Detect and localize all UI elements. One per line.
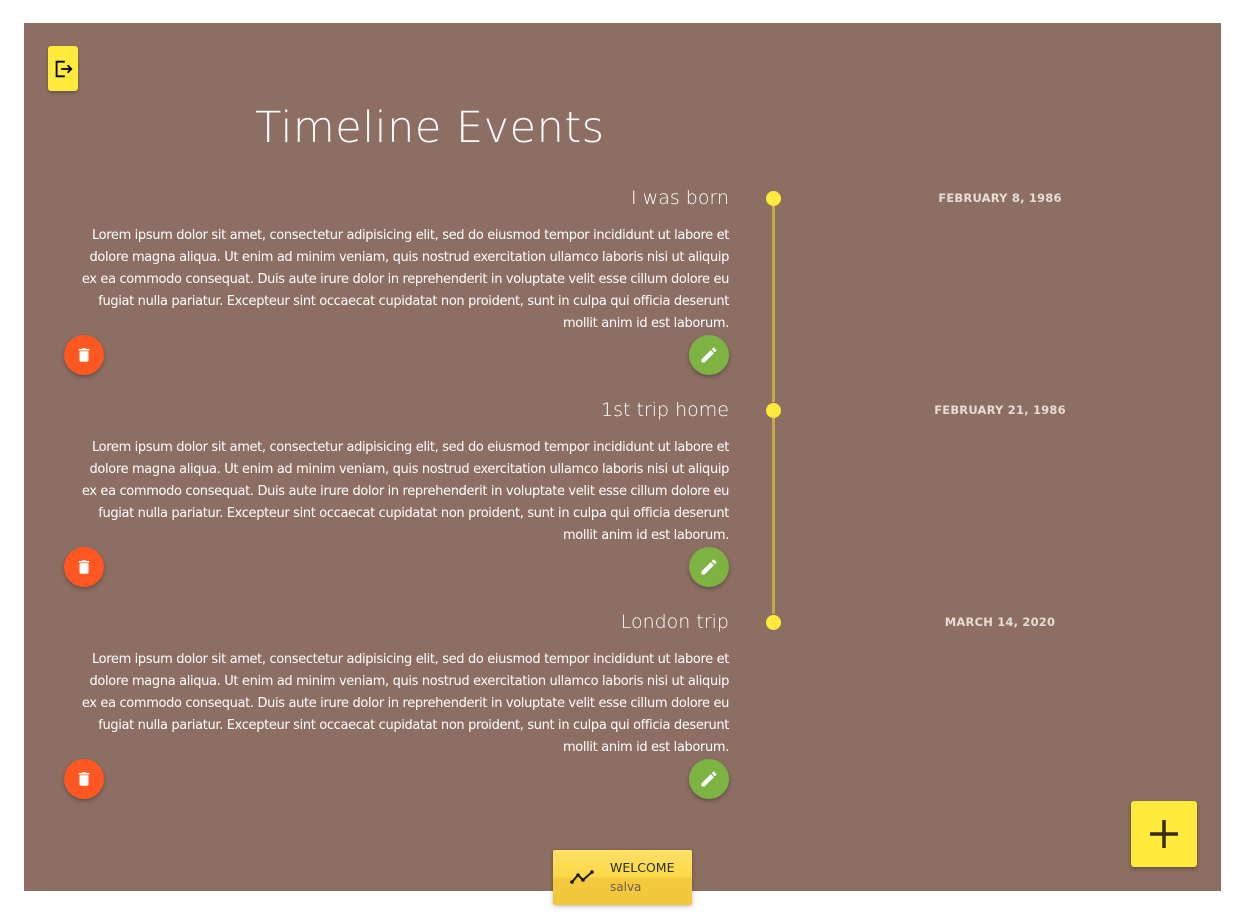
timeline-dot — [766, 403, 781, 418]
event-title: 1st trip home — [601, 399, 729, 421]
edit-event-button[interactable] — [689, 547, 729, 587]
pencil-icon — [699, 345, 719, 365]
timeline-dot — [766, 191, 781, 206]
trash-icon — [75, 770, 93, 788]
delete-event-button[interactable] — [64, 759, 104, 799]
event-date: MARCH 14, 2020 — [944, 615, 1056, 629]
welcome-card[interactable]: WELCOME salva — [553, 850, 692, 905]
plus-icon — [1147, 817, 1181, 851]
event-description: Lorem ipsum dolor sit amet, consectetur … — [81, 652, 729, 755]
logout-button[interactable] — [48, 46, 78, 91]
trash-icon — [75, 346, 93, 364]
trend-line-icon — [570, 869, 594, 887]
delete-event-button[interactable] — [64, 547, 104, 587]
event-title: London trip — [620, 611, 729, 633]
event-description: Lorem ipsum dolor sit amet, consectetur … — [81, 228, 729, 331]
logout-icon — [52, 58, 74, 80]
timeline-connector — [772, 418, 775, 614]
delete-event-button[interactable] — [64, 335, 104, 375]
event-date: FEBRUARY 8, 1986 — [938, 191, 1062, 205]
welcome-label: WELCOME — [610, 860, 675, 875]
timeline-dot — [766, 615, 781, 630]
event-date: FEBRUARY 21, 1986 — [934, 403, 1066, 417]
event-description: Lorem ipsum dolor sit amet, consectetur … — [81, 440, 729, 543]
pencil-icon — [699, 769, 719, 789]
trash-icon — [75, 558, 93, 576]
timeline-connector — [772, 206, 775, 402]
event-title: I was born — [631, 187, 729, 209]
page-title: Timeline Events — [255, 103, 605, 153]
edit-event-button[interactable] — [689, 759, 729, 799]
edit-event-button[interactable] — [689, 335, 729, 375]
username: salva — [610, 880, 642, 894]
add-event-button[interactable] — [1131, 801, 1197, 867]
pencil-icon — [699, 557, 719, 577]
